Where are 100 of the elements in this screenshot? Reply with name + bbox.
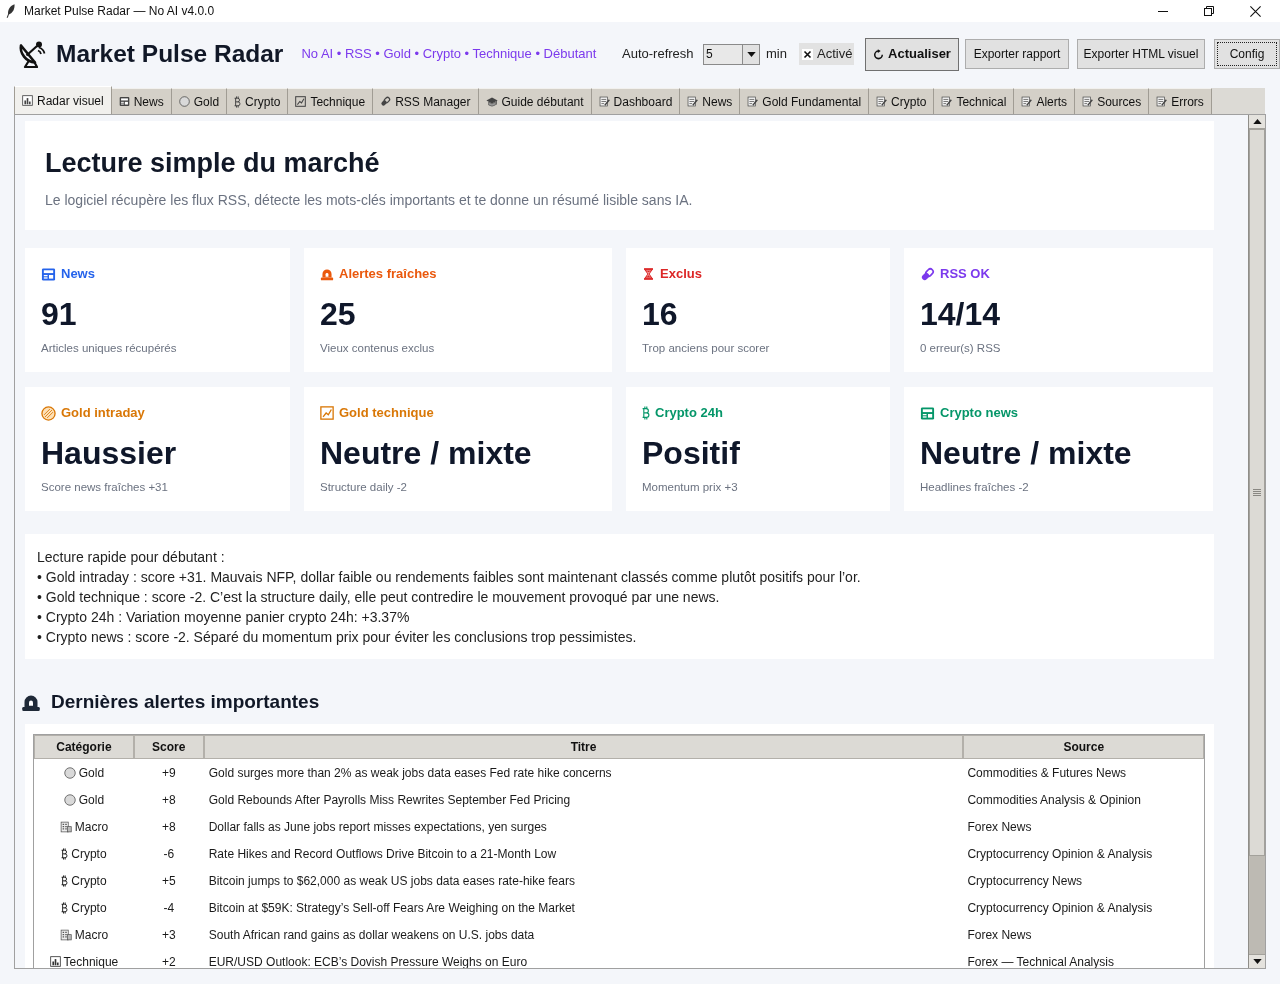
siren-icon — [320, 267, 334, 281]
bitcoin-sign-icon — [61, 847, 69, 860]
toolbar-button[interactable]: Actualiser — [865, 37, 959, 71]
link-icon — [380, 96, 392, 107]
card-label: Alertes fraîches — [339, 265, 437, 284]
bitcoin-sign-icon — [642, 406, 650, 420]
card-note: Trop anciens pour scorer — [642, 341, 771, 356]
card-note: Score news fraîches +31 — [41, 480, 169, 495]
memo-icon — [1156, 96, 1168, 107]
toolbar-button[interactable]: Exporter rapport — [965, 39, 1069, 69]
scroll-up-button[interactable] — [1249, 115, 1265, 129]
tab[interactable]: News — [111, 88, 172, 114]
score-cell-text: +3 — [160, 926, 177, 944]
column-header[interactable]: Score — [133, 735, 204, 759]
score-cell-text: -6 — [162, 845, 176, 863]
tab[interactable]: Guide débutant — [478, 88, 592, 114]
card-label: Crypto news — [940, 404, 1018, 423]
memo-icon — [1082, 96, 1094, 107]
category-label: Crypto — [71, 899, 107, 917]
newspaper-icon — [41, 266, 56, 282]
title-cell-text: Bitcoin at $59K: Strategy’s Sell-off Fears Are Weighing on the Market — [207, 899, 576, 917]
tab[interactable]: Crypto — [869, 88, 935, 114]
toolbar-button[interactable]: Exporter HTML visuel — [1077, 39, 1205, 69]
card-value: Haussier — [41, 435, 178, 471]
caret-up-icon[interactable] — [1252, 119, 1262, 124]
tab[interactable]: Gold Fundamental — [740, 88, 870, 114]
memo-icon — [687, 96, 699, 107]
category-label: Macro — [74, 818, 109, 836]
auto-refresh-checkbox[interactable]: Activé — [799, 43, 854, 65]
interval-spinbox[interactable]: 5 — [703, 43, 760, 65]
card-label: Gold technique — [339, 404, 434, 423]
scrollbar-thumb[interactable] — [1249, 129, 1265, 856]
card-value: 25 — [320, 296, 357, 332]
scroll-down-button[interactable] — [1249, 954, 1265, 968]
card-value: Neutre / mixte — [320, 435, 533, 471]
circle-icon — [178, 96, 190, 107]
tab[interactable]: Technique — [288, 88, 374, 114]
source-cell-text: Forex — Technical Analysis — [966, 953, 1115, 968]
category-label: Gold — [78, 791, 105, 809]
building-icon — [59, 820, 72, 833]
link-icon — [920, 266, 935, 282]
interval-unit: min — [766, 45, 788, 63]
tab[interactable]: Errors — [1149, 88, 1212, 114]
title-cell-text: South African rand gains as dollar weakens on U.S. jobs data — [207, 926, 536, 944]
tab[interactable]: Crypto — [227, 88, 289, 114]
summary-line: • Crypto 24h : Variation moyenne panier crypto 24h: +3.37% — [37, 608, 410, 627]
summary-line: • Gold intraday : score +31. Mauvais NFP, dollar faible ou rendements faibles sont maintenant classés comme plutôt positifs pour l’or. — [37, 568, 861, 587]
tab[interactable]: Alerts — [1014, 88, 1076, 114]
caret-down-icon[interactable] — [1252, 959, 1262, 964]
checkbox-icon[interactable] — [802, 48, 813, 60]
title-cell-text: EUR/USD Outlook: ECB’s Dovish Pressure Weighs on Euro — [207, 953, 529, 968]
caret-down-icon[interactable] — [746, 51, 756, 57]
circle-icon — [63, 766, 76, 779]
source-cell-text: Forex News — [966, 818, 1033, 836]
newspaper-icon — [118, 96, 130, 107]
source-cell-text: Cryptocurrency News — [966, 872, 1084, 890]
card-note: Articles uniques récupérés — [41, 341, 178, 356]
score-cell-text: +2 — [160, 953, 177, 968]
tab[interactable]: Radar visuel — [14, 86, 112, 114]
column-header[interactable]: Catégorie — [34, 735, 134, 759]
scrollbar[interactable] — [1248, 115, 1265, 968]
column-header[interactable]: Source — [963, 735, 1204, 759]
tab[interactable]: Technical — [934, 88, 1015, 114]
card-value: 16 — [642, 296, 679, 332]
tab[interactable]: News — [680, 88, 741, 114]
source-cell-text: Cryptocurrency Opinion & Analysis — [966, 899, 1154, 917]
memo-icon — [1021, 96, 1033, 107]
section-title: Dernières alertes importantes — [51, 690, 320, 714]
tab[interactable]: Sources — [1075, 88, 1150, 114]
minimize-icon[interactable] — [1158, 10, 1168, 12]
title-cell-text: Dollar falls as June jobs report misses expectations, yen surges — [207, 818, 548, 836]
tab[interactable]: RSS Manager — [373, 88, 479, 114]
summary-line: • Crypto news : score -2. Séparé du momentum prix pour éviter les conclusions trop pessimistes. — [37, 628, 637, 647]
category-label: Technique — [63, 953, 119, 968]
overview-title: Lecture simple du marché — [45, 147, 381, 179]
restore-icon[interactable] — [1204, 6, 1214, 16]
auto-refresh-label: Auto-refresh — [622, 45, 695, 63]
card-note: Headlines fraîches -2 — [920, 480, 1030, 495]
toolbar-button[interactable]: Config — [1214, 39, 1280, 69]
circle-icon — [63, 793, 76, 806]
tab[interactable]: Dashboard — [591, 88, 681, 114]
source-cell-text: Forex News — [966, 926, 1033, 944]
line-chart-icon — [295, 96, 307, 107]
building-icon — [59, 928, 72, 941]
summary-line: • Gold technique : score -2. C’est la structure daily, elle peut contredire le mouvement provoqué par une news. — [37, 588, 720, 607]
close-icon[interactable] — [1250, 5, 1261, 17]
category-label: Macro — [74, 926, 109, 944]
tab[interactable]: Gold — [171, 88, 228, 114]
newspaper-icon — [920, 405, 935, 421]
card-note: Structure daily -2 — [320, 480, 408, 495]
card-note: Vieux contenus exclus — [320, 341, 436, 356]
category-label: Crypto — [71, 845, 107, 863]
coin-icon — [41, 405, 56, 421]
column-header[interactable]: Titre — [203, 735, 964, 759]
category-label: Crypto — [71, 872, 107, 890]
source-cell-text: Commodities Analysis & Opinion — [966, 791, 1142, 809]
title-cell-text: Gold Rebounds After Payrolls Miss Rewrites September Fed Pricing — [207, 791, 572, 809]
satellite-dish-icon — [18, 40, 46, 68]
score-cell-text: +9 — [160, 764, 177, 782]
title-cell-text: Gold surges more than 2% as weak jobs data eases Fed rate hike concerns — [207, 764, 613, 782]
